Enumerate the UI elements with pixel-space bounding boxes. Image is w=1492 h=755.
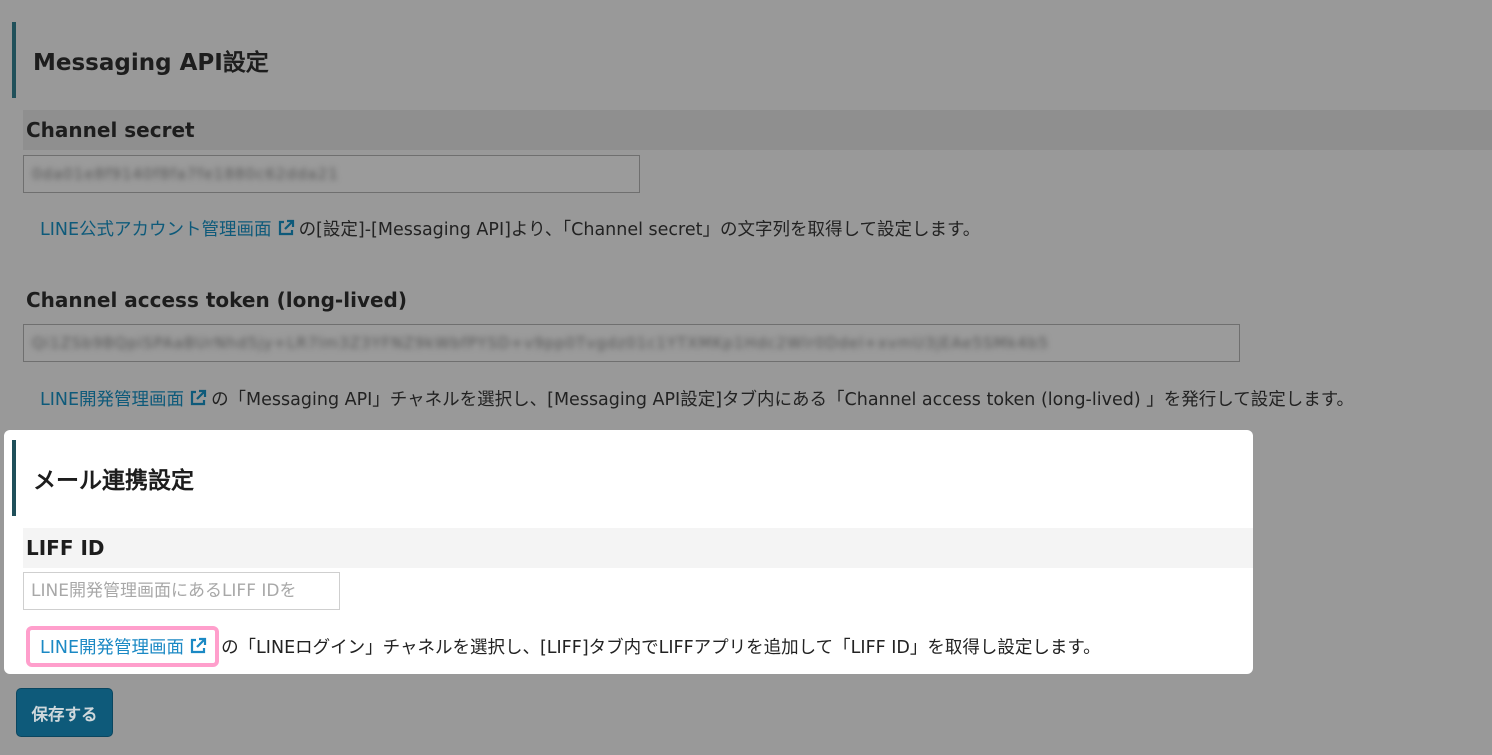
messaging-api-title: Messaging API設定	[33, 50, 269, 76]
mail-settings-section-title: メール連携設定	[12, 440, 194, 516]
access-token-help-text: の「Messaging API」チャネルを選択し、[Messaging API設…	[211, 389, 1354, 410]
save-button[interactable]: 保存する	[16, 688, 113, 737]
line-developers-link-1-label: LINE開発管理画面	[40, 389, 185, 410]
access-token-input[interactable]: Qi1ZSb9BQpiSPAaBUrNhd5jy+LR7lm3Z3YFNZ9kW…	[23, 324, 1240, 362]
external-link-icon	[189, 637, 207, 655]
liff-id-help-text: の「LINEログイン」チャネルを選択し、[LIFF]タブ内でLIFFアプリを追加…	[221, 637, 1101, 658]
external-link-icon	[189, 389, 207, 407]
channel-secret-value: 0da01e8f9140f8fa7fe1880c62dda21	[32, 165, 339, 183]
liff-id-label-row: LIFF ID	[23, 528, 1253, 568]
access-token-value: Qi1ZSb9BQpiSPAaBUrNhd5jy+LR7lm3Z3YFNZ9kW…	[32, 334, 1049, 352]
link-highlight-box: LINE開発管理画面	[26, 625, 220, 667]
access-token-label: Channel access token (long-lived)	[26, 288, 408, 312]
line-developers-link-2-label: LINE開発管理画面	[40, 637, 185, 658]
liff-id-input[interactable]	[23, 572, 340, 610]
channel-secret-label: Channel secret	[26, 118, 195, 142]
line-developers-link-1[interactable]: LINE開発管理画面	[40, 386, 211, 411]
channel-secret-help-text: の[設定]-[Messaging API]より、「Channel secret」…	[298, 219, 981, 240]
messaging-api-section-title: Messaging API設定	[12, 22, 269, 98]
line-official-account-link[interactable]: LINE公式アカウント管理画面	[40, 216, 299, 241]
line-developers-link-2[interactable]: LINE開発管理画面	[40, 634, 211, 659]
access-token-label-row: Channel access token (long-lived)	[23, 280, 1492, 320]
access-token-help: LINE開発管理画面 の「Messaging API」チャネルを選択し、[Mes…	[40, 385, 1354, 411]
channel-secret-label-row: Channel secret	[23, 110, 1492, 150]
channel-secret-input[interactable]: 0da01e8f9140f8fa7fe1880c62dda21	[23, 155, 640, 193]
channel-secret-help: LINE公式アカウント管理画面 の[設定]-[Messaging API]より、…	[40, 215, 980, 241]
external-link-icon	[277, 219, 295, 237]
mail-settings-panel: メール連携設定 LIFF ID LINE開発管理画面 の「LINEログイン」チャ…	[4, 430, 1253, 674]
liff-id-help: LINE開発管理画面 の「LINEログイン」チャネルを選択し、[LIFF]タブ内…	[26, 625, 1101, 667]
liff-id-label: LIFF ID	[26, 536, 105, 560]
line-official-account-link-label: LINE公式アカウント管理画面	[40, 219, 272, 240]
mail-settings-title: メール連携設定	[33, 468, 194, 494]
